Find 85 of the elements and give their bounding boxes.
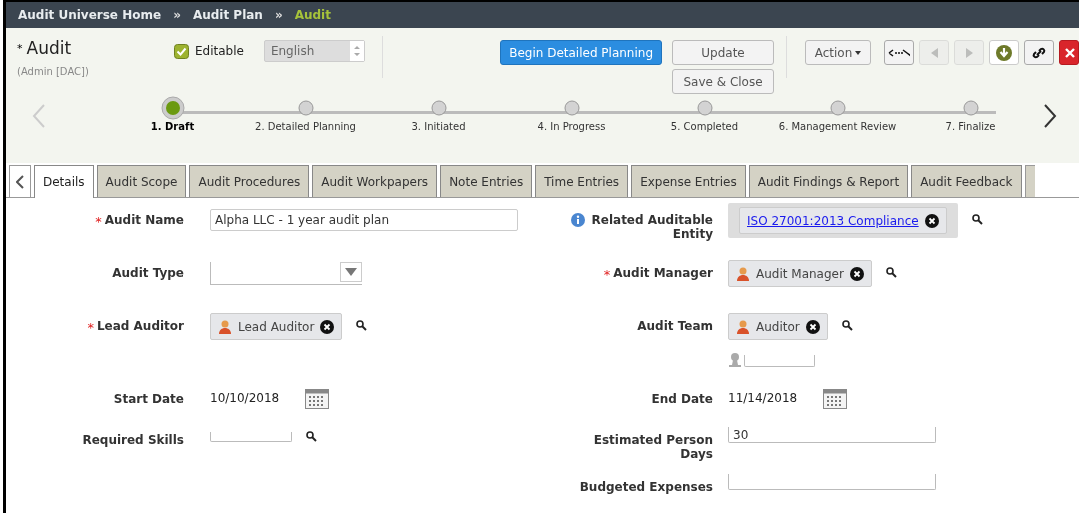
next-icon[interactable]	[1042, 103, 1058, 129]
record-title: Audit	[26, 37, 72, 60]
action-menu-button[interactable]: Action	[805, 40, 871, 65]
field-label: Estimated Person Days	[592, 433, 713, 461]
date-value: 11/14/2018	[728, 390, 798, 407]
tab[interactable]: Audit Scope	[96, 165, 187, 197]
breadcrumb-link[interactable]: Audit Plan	[192, 6, 263, 24]
tab[interactable]: Audit Feedback	[911, 165, 1022, 197]
language-select[interactable]: English	[263, 40, 366, 62]
search-icon[interactable]	[971, 214, 983, 225]
checkbox-label: Editable	[194, 43, 244, 60]
close-icon	[1064, 46, 1076, 59]
tab[interactable]: Details	[34, 165, 94, 198]
user-input-field[interactable]	[744, 355, 815, 367]
download-button[interactable]	[989, 40, 1019, 65]
search-icon[interactable]	[885, 267, 897, 278]
search-icon[interactable]	[356, 320, 368, 331]
chevron-left-icon	[16, 174, 24, 189]
user-icon	[218, 319, 232, 334]
field-label: Audit Manager	[613, 266, 713, 280]
calendar-icon[interactable]	[305, 387, 330, 409]
search-icon[interactable]	[841, 320, 853, 331]
field-label: Budgeted Expenses	[579, 480, 713, 494]
step-label: 7. Finalize	[944, 121, 996, 133]
step-current-icon[interactable]	[160, 96, 185, 120]
field-label: Audit Type	[112, 266, 184, 280]
date-value: 10/10/2018	[210, 390, 280, 407]
dropdown-field[interactable]	[210, 262, 362, 285]
field-label: Required Skills	[82, 433, 184, 447]
text-field[interactable]: Alpha LLC - 1 year audit plan	[210, 209, 518, 231]
remove-icon[interactable]	[924, 213, 939, 228]
tab[interactable]: Expense Entries	[631, 165, 746, 197]
breadcrumb-link[interactable]: Audit Universe Home	[18, 6, 162, 24]
lookup-field[interactable]	[210, 431, 292, 442]
remove-icon[interactable]	[320, 319, 335, 334]
next-icon	[963, 46, 975, 59]
entity-link[interactable]: ISO 27001:2013 Compliance	[747, 211, 919, 230]
field-label: Lead Auditor	[96, 319, 184, 333]
download-icon	[996, 44, 1012, 61]
tab[interactable]	[1024, 165, 1035, 197]
field-label: Audit Name	[104, 213, 184, 227]
field-label: End Date	[651, 392, 713, 406]
required-mark: *	[603, 268, 611, 282]
required-mark: *	[95, 215, 102, 229]
field-label: Related Auditable Entity	[590, 213, 713, 241]
button[interactable]: Begin Detailed Planning	[500, 40, 662, 65]
spinner-icon	[350, 41, 365, 61]
button[interactable]: Update	[672, 40, 774, 65]
chip-label: Audit Manager	[756, 265, 844, 283]
breadcrumb-separator: »	[274, 7, 283, 24]
remove-icon[interactable]	[849, 266, 864, 281]
link-button[interactable]	[1024, 40, 1054, 65]
tab[interactable]: Note Entries	[440, 165, 533, 197]
tab[interactable]: Audit Findings & Report	[748, 165, 909, 197]
tab[interactable]: Audit Procedures	[189, 165, 310, 197]
remove-icon[interactable]	[805, 319, 820, 334]
chip-label: Lead Auditor	[238, 318, 315, 336]
step-label: 4. In Progress	[536, 121, 607, 133]
caret-icon	[855, 50, 862, 55]
dropdown-arrow-icon	[345, 268, 357, 276]
step-label: 5. Completed	[669, 121, 740, 133]
step-label: 3. Initiated	[410, 121, 467, 133]
close-button[interactable]	[1059, 40, 1079, 65]
search-icon[interactable]	[306, 431, 317, 442]
step-label: 2. Detailed Planning	[254, 121, 357, 133]
field-label: Start Date	[113, 392, 184, 406]
required-mark: *	[17, 40, 23, 57]
tab[interactable]: Audit Workpapers	[312, 165, 438, 197]
tab[interactable]: Time Entries	[535, 165, 629, 197]
button[interactable]: Save & Close	[672, 69, 774, 94]
breadcrumb-separator: »	[173, 7, 181, 24]
checkbox[interactable]	[173, 43, 189, 59]
user-icon	[736, 319, 750, 334]
record-subtitle: (Admin [DAC])	[17, 64, 90, 79]
field-label: Audit Team	[637, 319, 713, 333]
user-icon	[736, 266, 750, 281]
calendar-icon[interactable]	[823, 387, 848, 409]
step-label: 6. Management Review	[777, 121, 898, 133]
step-label: 1. Draft	[149, 121, 196, 133]
required-mark: *	[87, 321, 94, 335]
text-field[interactable]: 30	[728, 427, 936, 443]
tab-scroll-left[interactable]	[9, 165, 31, 197]
expand-arrows-button[interactable]	[884, 40, 914, 65]
text-field[interactable]	[728, 474, 936, 490]
chip-label: Auditor	[756, 318, 800, 336]
